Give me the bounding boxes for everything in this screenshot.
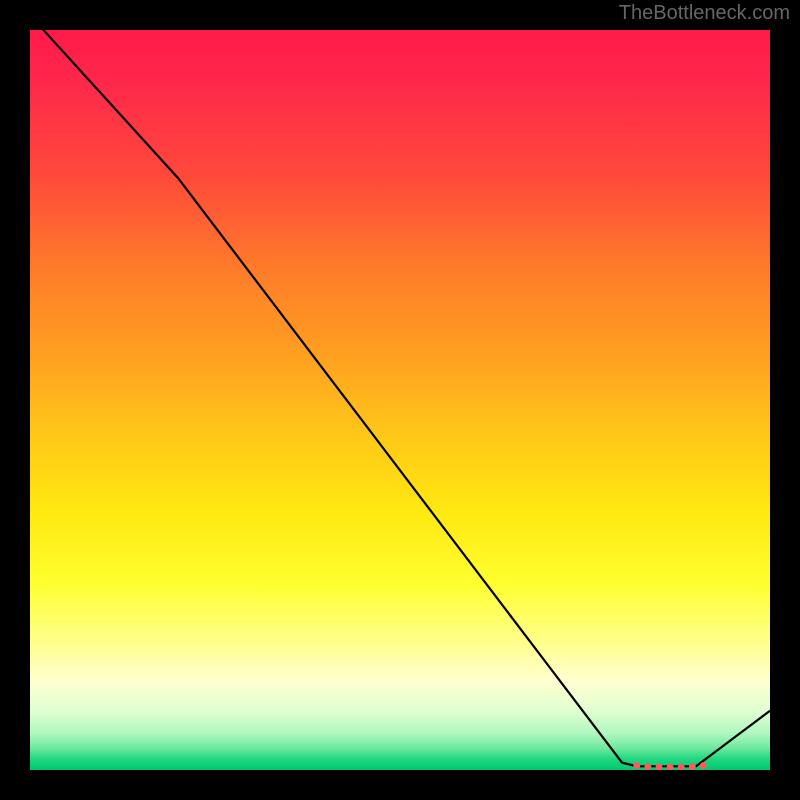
plot-area [30,30,770,770]
marker-dot [644,763,651,770]
marker-dot [689,763,696,770]
watermark-text: TheBottleneck.com [619,2,790,25]
marker-dot [678,764,685,771]
marker-dot [667,764,674,771]
bottleneck-curve [30,30,770,766]
marker-dot [700,762,707,769]
marker-dot [656,764,663,771]
chart-svg [30,30,770,770]
marker-dot [633,762,640,769]
